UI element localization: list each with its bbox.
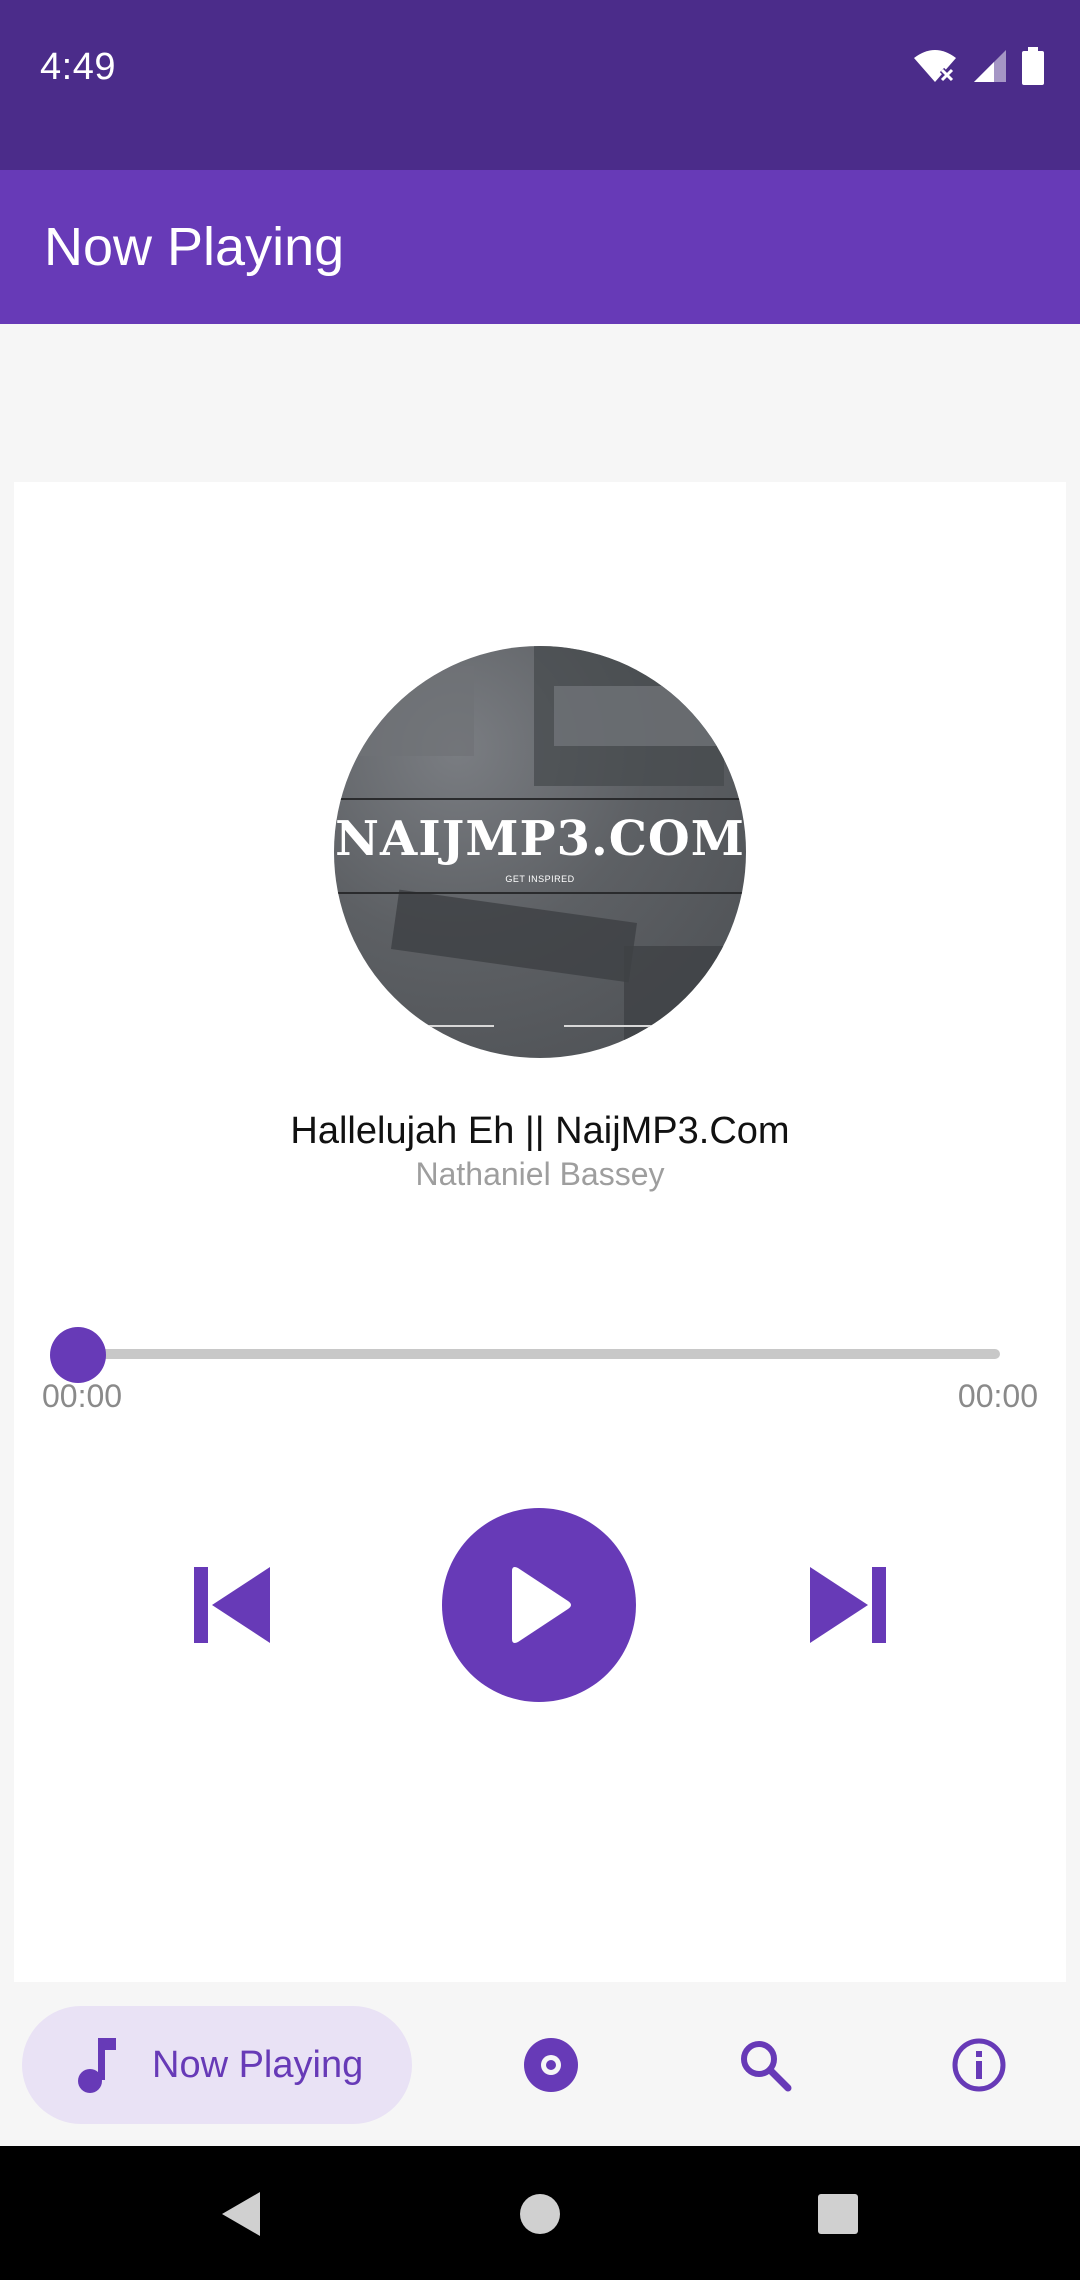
seek-thumb[interactable] bbox=[50, 1327, 106, 1383]
album-art: NAIJMP3.COM GET INSPIRED bbox=[334, 646, 746, 1058]
skip-previous-icon bbox=[194, 1567, 270, 1643]
album-art-line bbox=[334, 892, 746, 894]
nav-label-now-playing: Now Playing bbox=[152, 2043, 364, 2086]
system-home-button[interactable] bbox=[512, 2186, 568, 2242]
page-title: Now Playing bbox=[44, 217, 345, 277]
status-bar: 4:49 bbox=[0, 0, 1080, 170]
skip-next-icon bbox=[810, 1567, 886, 1643]
nav-item-now-playing[interactable]: Now Playing bbox=[22, 2006, 412, 2124]
system-recents-button[interactable] bbox=[810, 2186, 866, 2242]
song-title: Hallelujah Eh || NaijMP3.Com bbox=[290, 1110, 790, 1152]
back-triangle-icon bbox=[222, 2192, 260, 2236]
cell-signal-icon bbox=[974, 50, 1006, 82]
album-tagline: GET INSPIRED bbox=[505, 874, 575, 884]
next-button[interactable] bbox=[786, 1550, 910, 1660]
system-back-button[interactable] bbox=[212, 2186, 268, 2242]
bottom-navigation: Now Playing bbox=[0, 1984, 1080, 2146]
system-navigation-bar bbox=[0, 2146, 1080, 2280]
music-note-icon bbox=[78, 2038, 116, 2093]
nav-item-library[interactable] bbox=[492, 2006, 610, 2124]
app-bar: Now Playing bbox=[0, 170, 1080, 324]
album-art-line bbox=[334, 798, 746, 800]
time-total: 00:00 bbox=[957, 1378, 1038, 1414]
search-icon bbox=[741, 2041, 792, 2092]
wifi-off-icon bbox=[914, 50, 956, 83]
play-icon bbox=[512, 1567, 571, 1643]
info-icon bbox=[952, 2038, 1006, 2092]
time-current: 00:00 bbox=[42, 1378, 123, 1414]
battery-icon bbox=[1022, 47, 1044, 85]
nav-item-search[interactable] bbox=[706, 2006, 824, 2124]
home-circle-icon bbox=[520, 2194, 560, 2234]
previous-button[interactable] bbox=[170, 1550, 294, 1660]
nav-item-about[interactable] bbox=[920, 2006, 1038, 2124]
play-button[interactable] bbox=[442, 1508, 636, 1702]
seek-bar[interactable] bbox=[78, 1349, 1000, 1359]
status-icons bbox=[912, 46, 1044, 86]
recents-square-icon bbox=[818, 2194, 858, 2234]
song-artist: Nathaniel Bassey bbox=[415, 1156, 665, 1192]
album-disc-icon bbox=[524, 2038, 578, 2092]
status-time: 4:49 bbox=[40, 46, 116, 88]
album-logo-text: NAIJMP3.COM bbox=[335, 811, 745, 867]
